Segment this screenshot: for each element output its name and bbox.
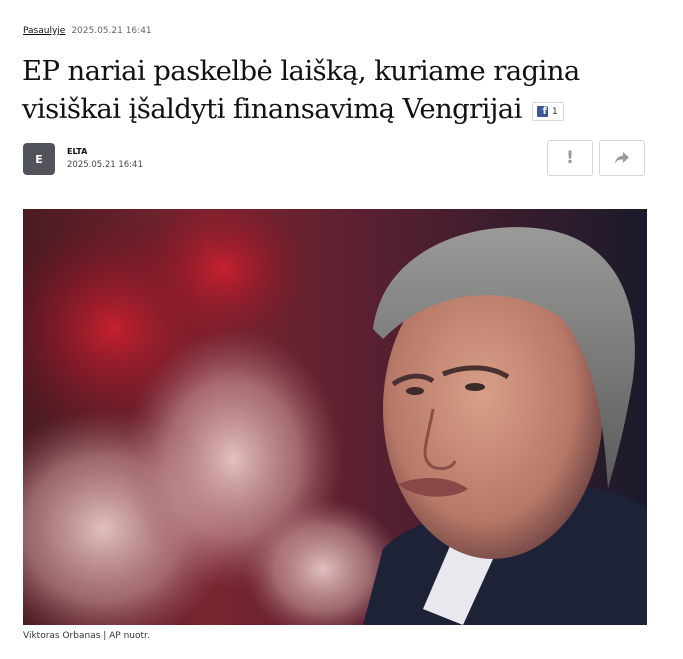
category-link[interactable]: Pasaulyje (23, 26, 65, 36)
facebook-share-count[interactable]: f1 (531, 102, 564, 121)
author-name[interactable]: ELTA (67, 147, 87, 156)
publish-date: 2025.05.21 16:41 (71, 26, 152, 36)
article-title: EP nariai paskelbė laišką, kuriame ragin… (22, 52, 662, 128)
author-avatar[interactable]: E (23, 143, 55, 175)
facebook-count: 1 (551, 106, 558, 117)
author-initial: E (35, 152, 43, 166)
author-date: 2025.05.21 16:41 (67, 160, 143, 170)
report-button[interactable]: ! (547, 140, 593, 176)
article-meta-top: Pasaulyje 2025.05.21 16:41 (23, 25, 152, 37)
article-hero-image (23, 209, 647, 625)
share-arrow-icon (615, 152, 629, 164)
facebook-icon: f (536, 106, 548, 117)
article-title-text: EP nariai paskelbė laišką, kuriame ragin… (22, 55, 580, 125)
image-caption: Viktoras Orbanas | AP nuotr. (23, 631, 150, 641)
exclamation-icon: ! (566, 148, 574, 168)
share-button[interactable] (599, 140, 645, 176)
